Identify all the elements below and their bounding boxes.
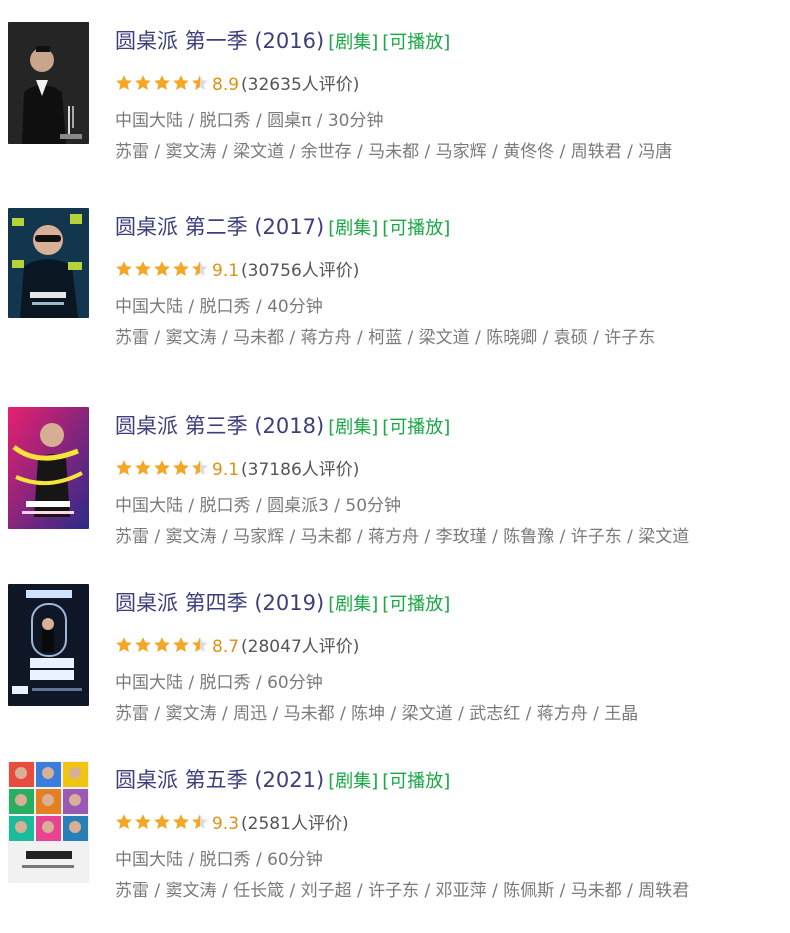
star-icon — [154, 261, 170, 276]
meta-info: 中国大陆 / 脱口秀 / 40分钟 — [115, 297, 323, 317]
show-title-link[interactable]: 圆桌派 第二季 (2017) — [115, 215, 324, 239]
star-icon — [173, 75, 189, 90]
title-row: 圆桌派 第二季 (2017) [剧集] [可播放] — [115, 214, 450, 242]
title-row: 圆桌派 第三季 (2018) [剧集] [可播放] — [115, 413, 450, 441]
star-icon — [192, 75, 208, 90]
show-title-link[interactable]: 圆桌派 第五季 (2021) — [115, 768, 324, 792]
star-icon — [135, 814, 151, 829]
star-icon — [192, 460, 208, 475]
poster-image[interactable] — [8, 22, 89, 144]
star-icon — [173, 637, 189, 652]
rating-votes: (2581人评价) — [241, 814, 349, 834]
title-row: 圆桌派 第一季 (2016) [剧集] [可播放] — [115, 28, 450, 56]
rating-row: 9.1 (37186人评价) — [115, 459, 359, 481]
rating-row: 9.1 (30756人评价) — [115, 260, 359, 282]
rating-votes: (28047人评价) — [241, 637, 360, 657]
poster-season-1-image — [8, 22, 89, 144]
star-icon — [116, 75, 132, 90]
tag-playable[interactable]: [可播放] — [382, 771, 450, 792]
cast-list: 苏雷 / 窦文涛 / 马家辉 / 马未都 / 蒋方舟 / 李玫瑾 / 陈鲁豫 /… — [115, 527, 690, 547]
tag-type: [剧集] — [328, 417, 379, 438]
star-icon — [116, 637, 132, 652]
tag-playable[interactable]: [可播放] — [382, 417, 450, 438]
cast-list: 苏雷 / 窦文涛 / 任长箴 / 刘子超 / 许子东 / 邓亚萍 / 陈佩斯 /… — [115, 881, 690, 901]
tag-playable[interactable]: [可播放] — [382, 594, 450, 615]
star-icon — [154, 637, 170, 652]
star-icon — [192, 637, 208, 652]
star-icon — [192, 261, 208, 276]
cast-list: 苏雷 / 窦文涛 / 梁文道 / 余世存 / 马未都 / 马家辉 / 黄佟佟 /… — [115, 142, 673, 162]
poster-season-3-image — [8, 407, 89, 529]
tag-type: [剧集] — [328, 594, 379, 615]
title-row: 圆桌派 第四季 (2019) [剧集] [可播放] — [115, 590, 450, 618]
poster-image[interactable] — [8, 208, 89, 318]
poster-image[interactable] — [8, 584, 89, 706]
rating-score: 8.7 — [212, 637, 240, 657]
poster-image[interactable] — [8, 761, 89, 883]
star-icon — [154, 460, 170, 475]
star-icon — [135, 75, 151, 90]
poster-image[interactable] — [8, 407, 89, 529]
star-icon — [173, 460, 189, 475]
rating-score: 9.3 — [212, 814, 240, 834]
poster-season-2-image — [8, 208, 89, 318]
rating-row: 9.3 (2581人评价) — [115, 813, 349, 835]
rating-row: 8.7 (28047人评价) — [115, 636, 359, 658]
show-title-link[interactable]: 圆桌派 第三季 (2018) — [115, 414, 324, 438]
rating-score: 9.1 — [212, 460, 240, 480]
poster-season-5-image — [8, 761, 89, 883]
rating-stars-icon — [115, 459, 210, 477]
star-icon — [154, 814, 170, 829]
meta-info: 中国大陆 / 脱口秀 / 60分钟 — [115, 673, 323, 693]
rating-votes: (37186人评价) — [241, 460, 360, 480]
star-icon — [116, 261, 132, 276]
rating-votes: (32635人评价) — [241, 75, 360, 95]
tag-type: [剧集] — [328, 32, 379, 53]
rating-row: 8.9 (32635人评价) — [115, 74, 359, 96]
star-icon — [116, 814, 132, 829]
show-title-link[interactable]: 圆桌派 第一季 (2016) — [115, 29, 324, 53]
star-icon — [135, 637, 151, 652]
cast-list: 苏雷 / 窦文涛 / 周迅 / 马未都 / 陈坤 / 梁文道 / 武志红 / 蒋… — [115, 704, 639, 724]
title-row: 圆桌派 第五季 (2021) [剧集] [可播放] — [115, 767, 450, 795]
tag-playable[interactable]: [可播放] — [382, 218, 450, 239]
rating-stars-icon — [115, 813, 210, 831]
rating-votes: (30756人评价) — [241, 261, 360, 281]
meta-info: 中国大陆 / 脱口秀 / 60分钟 — [115, 850, 323, 870]
rating-stars-icon — [115, 636, 210, 654]
show-title-link[interactable]: 圆桌派 第四季 (2019) — [115, 591, 324, 615]
star-icon — [192, 814, 208, 829]
tag-playable[interactable]: [可播放] — [382, 32, 450, 53]
cast-list: 苏雷 / 窦文涛 / 马未都 / 蒋方舟 / 柯蓝 / 梁文道 / 陈晓卿 / … — [115, 328, 656, 348]
star-icon — [116, 460, 132, 475]
star-icon — [173, 261, 189, 276]
rating-score: 8.9 — [212, 75, 240, 95]
meta-info: 中国大陆 / 脱口秀 / 圆桌π / 30分钟 — [115, 111, 384, 131]
rating-stars-icon — [115, 260, 210, 278]
rating-stars-icon — [115, 74, 210, 92]
meta-info: 中国大陆 / 脱口秀 / 圆桌派3 / 50分钟 — [115, 496, 402, 516]
star-icon — [173, 814, 189, 829]
rating-score: 9.1 — [212, 261, 240, 281]
star-icon — [135, 460, 151, 475]
star-icon — [154, 75, 170, 90]
star-icon — [135, 261, 151, 276]
tag-type: [剧集] — [328, 771, 379, 792]
tag-type: [剧集] — [328, 218, 379, 239]
poster-season-4-image — [8, 584, 89, 706]
